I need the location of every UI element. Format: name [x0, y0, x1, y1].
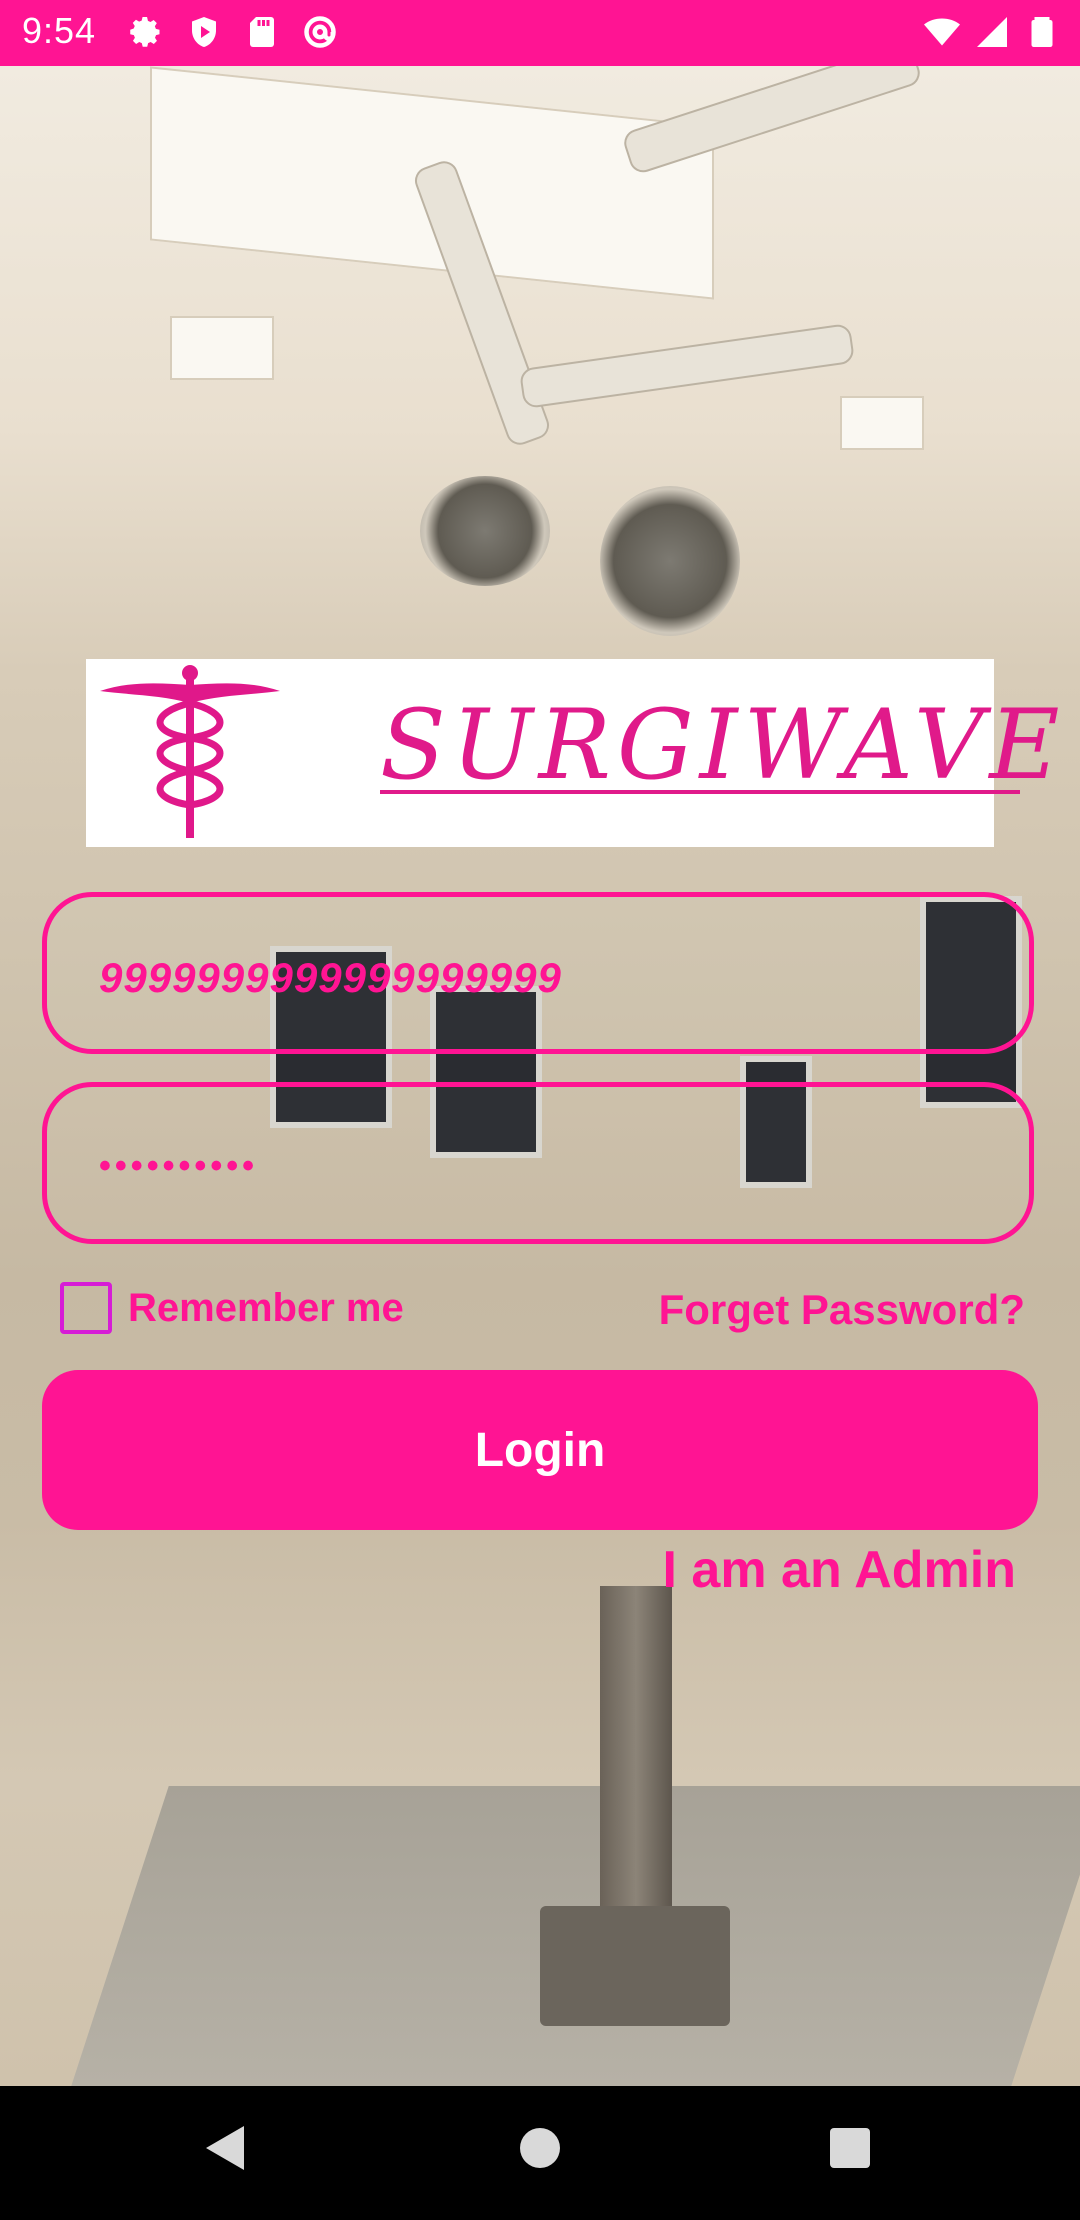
caduceus-icon [100, 665, 280, 838]
status-icons-left [128, 14, 338, 50]
remember-me-row[interactable]: Remember me [60, 1282, 404, 1334]
logo-underline [380, 790, 1020, 794]
ceiling-light [170, 316, 274, 380]
operating-room-background [0, 66, 1080, 2086]
phone-input[interactable] [97, 947, 981, 1009]
remember-me-checkbox[interactable] [60, 1282, 112, 1334]
recents-icon[interactable] [830, 2128, 870, 2168]
table-base [540, 1906, 730, 2026]
status-icons-right [924, 14, 1060, 50]
app-logo: SURGIWAVE [86, 659, 1059, 847]
sd-card-icon [250, 17, 274, 47]
ceiling-light [840, 396, 924, 450]
lamp-arm [620, 66, 924, 176]
home-icon[interactable] [520, 2128, 560, 2168]
wifi-icon [924, 18, 960, 46]
signal-icon [977, 17, 1007, 47]
phone-field[interactable] [42, 892, 1034, 1054]
login-button[interactable]: Login [42, 1370, 1038, 1530]
status-bar: 9:54 [0, 0, 1080, 66]
settings-icon [130, 17, 160, 47]
password-field[interactable] [42, 1082, 1034, 1244]
table-pole [600, 1586, 672, 1936]
remember-me-label[interactable]: Remember me [128, 1286, 404, 1331]
at-sign-icon [304, 16, 336, 48]
back-icon[interactable] [206, 2126, 244, 2170]
surgical-lamp [600, 486, 740, 636]
forget-password-link[interactable]: Forget Password? [659, 1286, 1025, 1334]
logo-text: SURGIWAVE [380, 689, 1066, 801]
lamp-arm [518, 322, 856, 410]
play-protect-icon [192, 17, 216, 47]
admin-login-link[interactable]: I am an Admin [663, 1540, 1016, 1600]
battery-icon [1031, 17, 1053, 47]
system-nav-bar [0, 2086, 1080, 2220]
password-input[interactable] [97, 1135, 981, 1197]
surgical-lamp [420, 476, 550, 586]
status-time: 9:54 [22, 10, 97, 51]
